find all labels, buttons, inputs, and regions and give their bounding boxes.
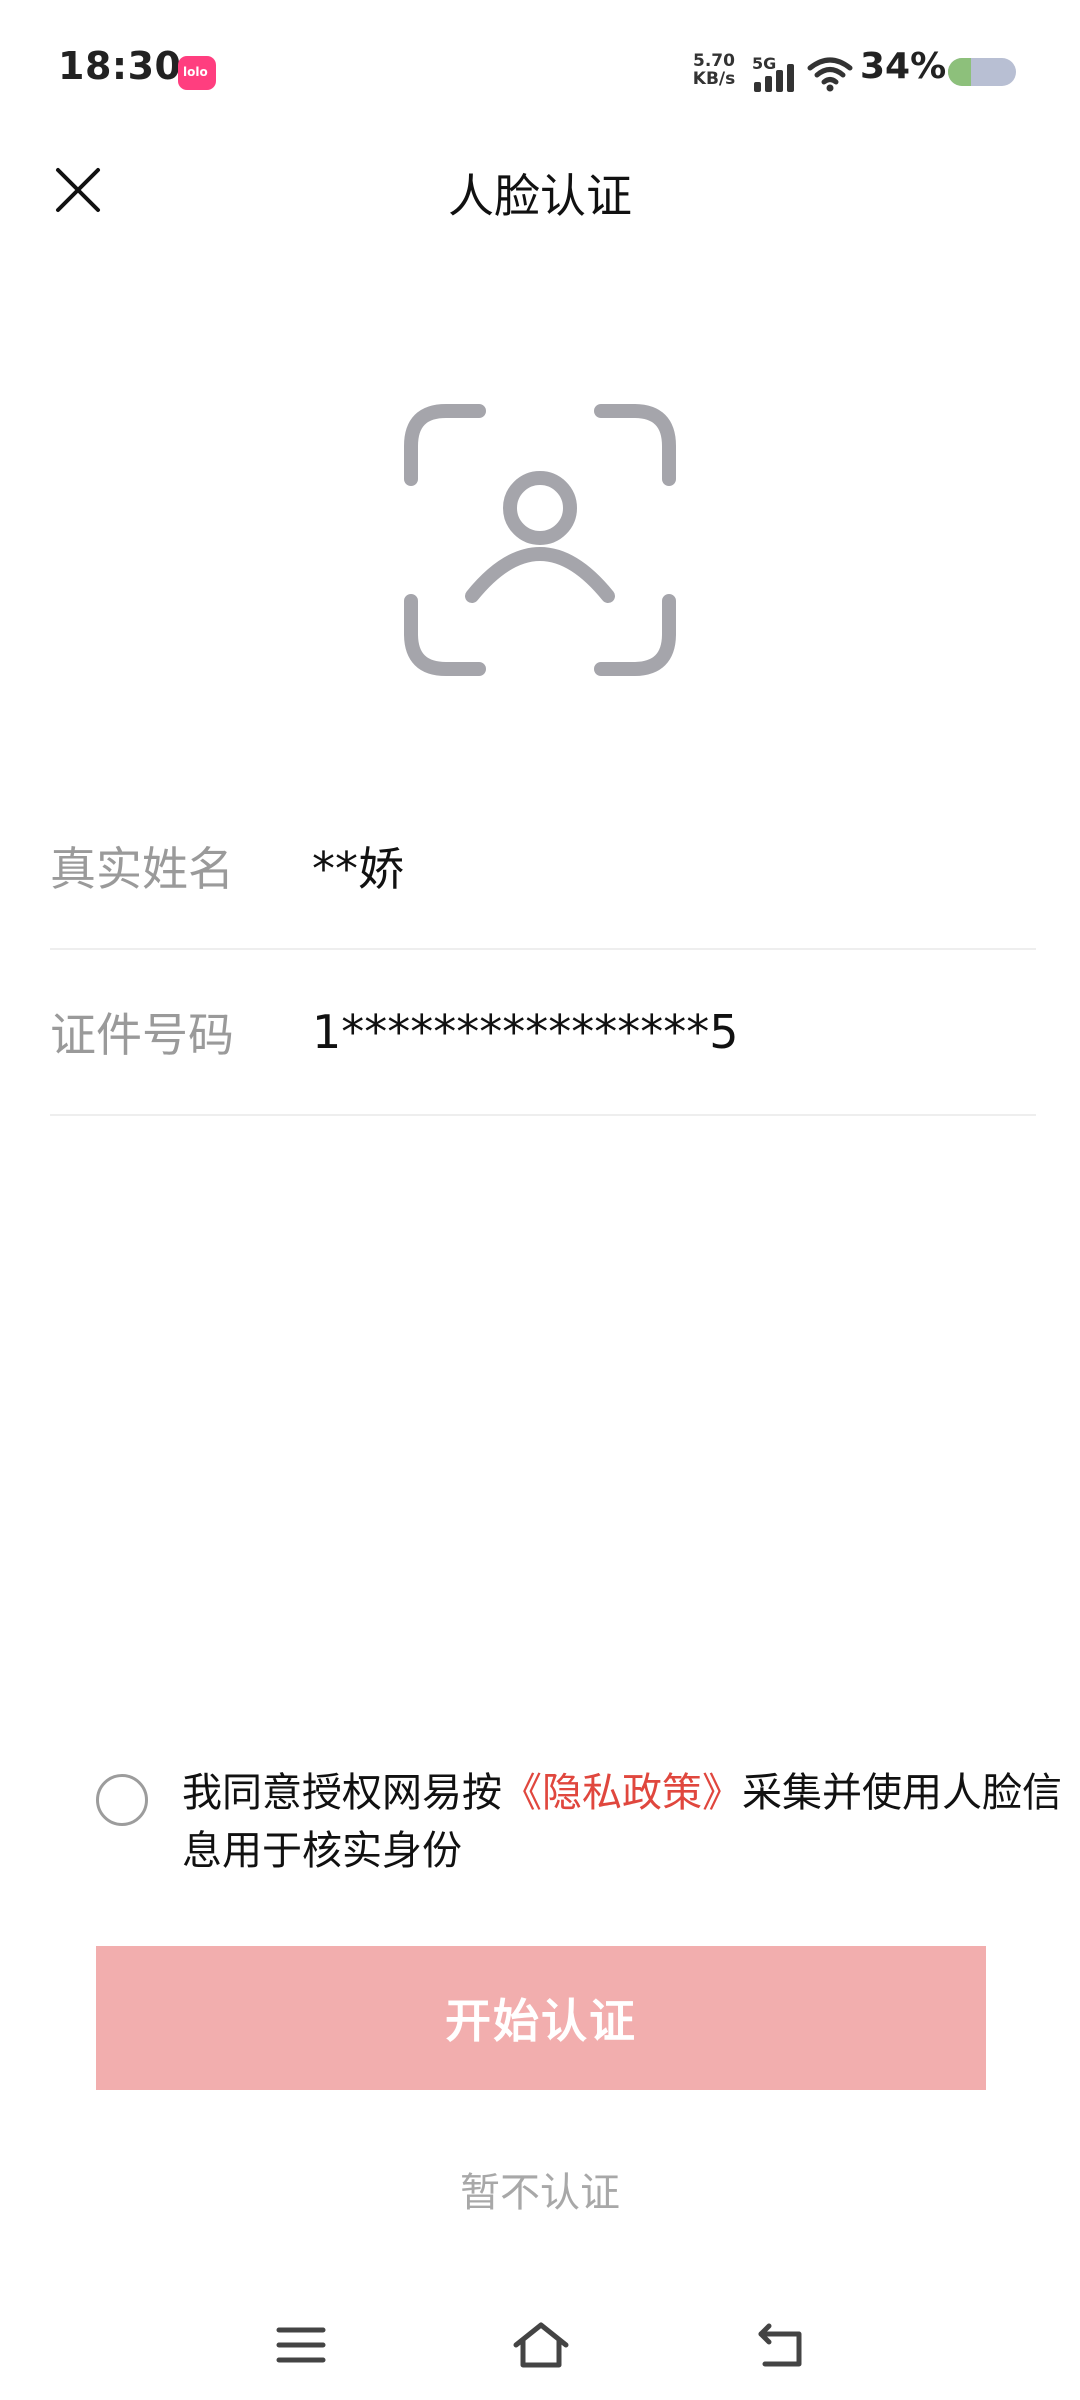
face-scan-icon [404, 404, 676, 676]
name-value: **娇 [312, 842, 404, 896]
battery-icon [948, 58, 1016, 86]
skip-verification-link[interactable]: 暂不认证 [0, 2160, 1080, 2218]
system-nav-bar [0, 2290, 1080, 2400]
top-app-bar: 人脸认证 [0, 140, 1080, 250]
name-row: 真实姓名 **娇 [50, 784, 1036, 950]
nav-back-button[interactable] [746, 2310, 816, 2380]
id-number-row: 证件号码 1****************5 [50, 950, 1036, 1116]
agreement-checkbox[interactable] [96, 1774, 148, 1826]
menu-icon [276, 2327, 326, 2363]
network-speed-unit: KB/s [692, 69, 736, 89]
home-icon [513, 2322, 569, 2368]
battery-percent: 34% [860, 46, 947, 87]
page-title: 人脸认证 [448, 169, 632, 223]
network-speed: 5.70 KB/s [690, 52, 738, 88]
wifi-icon [807, 57, 853, 92]
agreement-text-before: 我同意授权网易按 [182, 1770, 502, 1816]
start-verification-button[interactable]: 开始认证 [96, 1946, 986, 2090]
app-badge-label: lolo [183, 65, 208, 79]
name-label: 真实姓名 [50, 842, 234, 896]
nav-home-button[interactable] [506, 2310, 576, 2380]
status-bar: 18:30 lolo 5.70 KB/s 5G 34% [0, 0, 1080, 140]
signal-icon [754, 64, 794, 92]
status-time: 18:30 [58, 44, 182, 88]
back-icon [758, 2323, 802, 2367]
privacy-policy-link[interactable]: 《隐私政策》 [502, 1770, 742, 1816]
agreement-text: 我同意授权网易按《隐私政策》采集并使用人脸信息用于核实身份 [182, 1764, 1062, 1880]
battery-level-fill [948, 58, 972, 86]
nav-menu-button[interactable] [266, 2310, 336, 2380]
id-number-value: 1****************5 [312, 1005, 739, 1059]
network-speed-value: 5.70 [693, 51, 735, 71]
app-badge-icon: lolo [178, 56, 216, 90]
id-number-label: 证件号码 [50, 1008, 234, 1062]
